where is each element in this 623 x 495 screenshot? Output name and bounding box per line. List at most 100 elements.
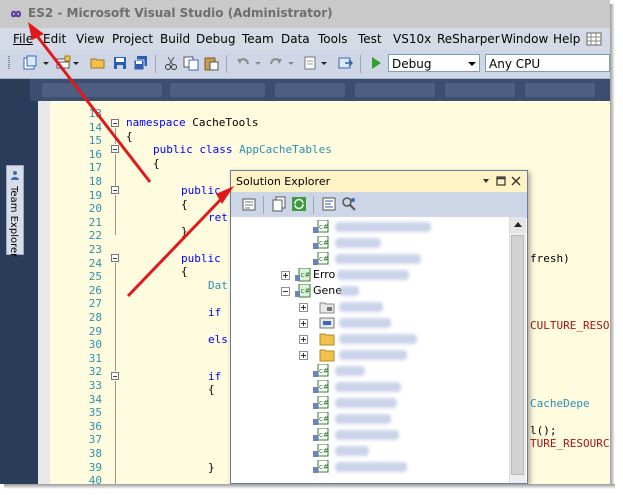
document-tab[interactable] (42, 83, 162, 97)
cut-icon[interactable] (163, 55, 179, 71)
vertical-scrollbar[interactable] (509, 217, 526, 483)
page-shadow (610, 4, 615, 488)
paste-icon[interactable] (203, 55, 219, 71)
indicator-margin (38, 101, 50, 484)
line-number: 21 (88, 215, 102, 229)
add-item-dropdown-icon[interactable] (72, 55, 80, 71)
collapse-block-icon[interactable] (111, 372, 119, 380)
start-debugging-icon[interactable] (368, 55, 384, 71)
title-bar[interactable]: ES2 - Microsoft Visual Studio (Administr… (0, 0, 610, 28)
document-tab[interactable] (445, 83, 515, 97)
collapse-class-icon[interactable] (111, 145, 119, 153)
tree-item[interactable] (231, 299, 509, 315)
obscured-file-name (335, 414, 391, 424)
expand-icon[interactable] (281, 271, 290, 280)
tree-item[interactable]: c# (231, 235, 509, 251)
code-line-24: public (181, 252, 221, 265)
tree-item-general-project[interactable]: c# Gene (231, 283, 509, 299)
tree-item[interactable]: c# (231, 395, 509, 411)
document-tab[interactable] (525, 83, 595, 97)
collapse-member-icon[interactable] (111, 186, 119, 194)
class-diagram-icon[interactable] (341, 196, 357, 212)
menu-view[interactable]: View (76, 32, 104, 46)
add-item-icon[interactable] (55, 55, 71, 71)
tree-item[interactable] (231, 315, 509, 331)
expand-icon[interactable] (299, 351, 308, 360)
menu-debug[interactable]: Debug (196, 32, 235, 46)
copy-icon[interactable] (183, 55, 199, 71)
menu-window[interactable]: Window (501, 32, 548, 46)
document-tab[interactable] (355, 83, 435, 97)
csharp-project-icon: c# (295, 284, 311, 298)
solution-explorer-title: Solution Explorer (236, 175, 331, 188)
new-project-icon[interactable] (22, 55, 38, 71)
save-all-icon[interactable] (133, 55, 149, 71)
refresh-icon[interactable] (291, 196, 307, 212)
expand-icon[interactable] (299, 303, 308, 312)
document-tab[interactable] (275, 83, 345, 97)
tree-item[interactable] (231, 347, 509, 363)
string-literal: CULTURE_RESOU (530, 319, 610, 332)
close-icon[interactable] (511, 176, 521, 186)
document-tab[interactable] (170, 83, 265, 97)
solution-explorer-window[interactable]: Solution Explorer c# c# c# c# Erro c# Ge… (230, 170, 528, 484)
solution-platform-combo[interactable]: Any CPU (485, 54, 610, 72)
tree-item[interactable]: c# (231, 427, 509, 443)
scroll-up-arrow-icon[interactable] (510, 217, 526, 233)
menu-test[interactable]: Test (358, 32, 382, 46)
solution-tree[interactable]: c# c# c# c# Erro c# Gene c# c# c# c# c# … (231, 217, 509, 483)
menu-help[interactable]: Help (553, 32, 580, 46)
solution-explorer-header[interactable]: Solution Explorer (231, 171, 527, 193)
collapse-member-icon[interactable] (111, 254, 119, 262)
window-position-dropdown-icon[interactable] (481, 176, 491, 186)
menu-build[interactable]: Build (160, 32, 190, 46)
solution-configuration-combo[interactable]: Debug (388, 54, 480, 72)
properties-icon[interactable] (241, 196, 257, 212)
team-explorer-tab[interactable]: Team Explorer (6, 165, 24, 257)
scrollbar-thumb[interactable] (511, 235, 524, 475)
view-code-icon[interactable] (321, 196, 337, 212)
show-all-files-icon[interactable] (271, 196, 287, 212)
open-file-icon[interactable] (90, 55, 106, 71)
csharp-file-icon: c# (313, 412, 329, 425)
menu-file[interactable]: File (13, 32, 33, 46)
menu-team[interactable]: Team (242, 32, 274, 46)
tree-item[interactable]: c# (231, 251, 509, 267)
tree-item[interactable] (231, 331, 509, 347)
line-number: 22 (88, 229, 102, 243)
maximize-icon[interactable] (496, 176, 506, 186)
undo-dropdown-icon[interactable] (254, 55, 262, 71)
menu-resharper[interactable]: ReSharper (437, 32, 500, 46)
redo-dropdown-icon[interactable] (287, 55, 295, 71)
grid-icon[interactable] (586, 32, 602, 46)
tree-item-errors-project[interactable]: c# Erro (231, 267, 509, 283)
collapse-namespace-icon[interactable] (111, 119, 119, 127)
line-number: 36 (88, 419, 102, 433)
menu-vs10x[interactable]: VS10x (393, 32, 431, 46)
code-line-29-tail: CULTURE_RESOU (530, 319, 610, 332)
menu-data[interactable]: Data (281, 32, 310, 46)
navigate-dropdown-icon[interactable] (320, 55, 328, 71)
redo-icon[interactable] (268, 55, 284, 71)
menu-tools[interactable]: Tools (318, 32, 348, 46)
menu-project[interactable]: Project (112, 32, 153, 46)
collapse-icon[interactable] (281, 287, 290, 296)
undo-icon[interactable] (235, 55, 251, 71)
svg-text:c#: c# (319, 399, 329, 407)
expand-icon[interactable] (299, 335, 308, 344)
navigate-backward-icon[interactable] (302, 55, 318, 71)
tree-item[interactable]: c# (231, 363, 509, 379)
tree-item[interactable]: c# (231, 459, 509, 475)
toolbar-grip-icon[interactable] (7, 55, 11, 71)
tree-item[interactable]: c# (231, 379, 509, 395)
tree-item[interactable]: c# (231, 443, 509, 459)
code-line-20: { (181, 198, 188, 211)
code-line-30: els (208, 333, 228, 346)
tree-item[interactable]: c# (231, 411, 509, 427)
navigate-forward-icon[interactable] (337, 55, 353, 71)
tree-item[interactable]: c# (231, 219, 509, 235)
expand-icon[interactable] (299, 319, 308, 328)
menu-edit[interactable]: Edit (43, 32, 66, 46)
new-project-dropdown-icon[interactable] (42, 55, 50, 71)
save-icon[interactable] (112, 55, 128, 71)
